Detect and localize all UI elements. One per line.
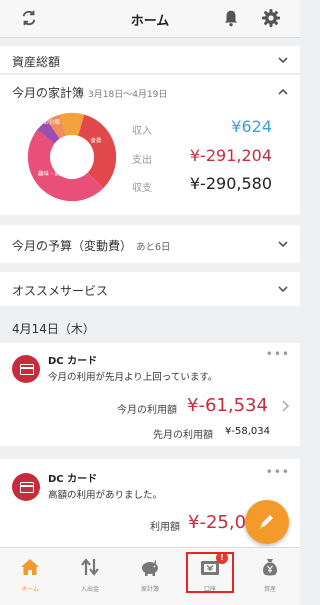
accounts-tab-highlight: [186, 552, 234, 593]
budget-label-text: 今月の予算（変動費）: [12, 239, 133, 253]
expense-value: ¥-291,204: [189, 146, 272, 165]
income-value: ¥624: [231, 117, 272, 136]
kakeibo-title: 今月の家計簿 3月18日〜4月19日: [12, 84, 167, 101]
kakeibo-card[interactable]: 今月の家計簿 3月18日〜4月19日 お分類 食費 趣味・娯楽 収入 ¥624 支出 …: [0, 75, 300, 215]
tab-assets[interactable]: 資産: [240, 548, 300, 605]
prev-amount-value: ¥-58,034: [225, 426, 270, 437]
tab-label: 家計簿: [140, 586, 159, 593]
more-options-icon[interactable]: •••: [266, 465, 290, 479]
expense-label: 支出: [132, 155, 152, 166]
card-logo-icon: [12, 473, 40, 501]
notification-message: 高額の利用がありました。: [48, 490, 163, 501]
donut-label: 趣味・娯楽: [38, 169, 66, 177]
pencil-icon: [260, 515, 273, 529]
tab-bar: ホーム 入出金 家計簿 ! 口座 資産: [0, 547, 300, 605]
top-bar: ホーム: [0, 0, 300, 38]
amount-label: 利用額: [150, 522, 180, 533]
transfer-icon: [81, 558, 99, 576]
asset-total-row[interactable]: 資産総額: [0, 46, 300, 74]
chevron-up-icon[interactable]: [278, 87, 288, 97]
amount-label: 今月の利用額: [117, 405, 177, 416]
date-heading: 4月14日（木）: [12, 322, 95, 336]
income-label: 収入: [132, 126, 152, 137]
donut-label: 食費: [90, 136, 102, 144]
chevron-down-icon: [278, 286, 288, 293]
balance-value: ¥-290,580: [189, 174, 272, 193]
notification-card-name: DC カード: [48, 474, 98, 485]
page-title: ホーム: [130, 14, 170, 29]
notification-card-name: DC カード: [48, 356, 98, 367]
bell-icon[interactable]: [222, 9, 240, 27]
kakeibo-period: 3月18日〜4月19日: [88, 90, 168, 100]
budget-label: 今月の予算（変動費） あと6日: [12, 237, 171, 254]
tab-label: 入出金: [80, 586, 99, 593]
budget-days-left: あと6日: [136, 242, 171, 253]
notification-card[interactable]: DC カード 今月の利用が先月より上回っています。 ••• 今月の利用額 ¥-6…: [0, 343, 300, 446]
gear-icon[interactable]: [261, 8, 281, 28]
amount-value: ¥-25,0: [188, 512, 247, 533]
notification-message: 今月の利用が先月より上回っています。: [48, 372, 218, 383]
piggy-bank-icon: [142, 560, 158, 576]
budget-row[interactable]: 今月の予算（変動費） あと6日: [0, 225, 300, 263]
asset-total-label: 資産総額: [12, 55, 61, 69]
more-options-icon[interactable]: •••: [266, 347, 290, 361]
chevron-right-icon: [282, 400, 290, 412]
tab-kakeibo[interactable]: 家計簿: [120, 548, 180, 605]
tab-label: 資産: [263, 586, 276, 593]
tab-transactions[interactable]: 入出金: [60, 548, 120, 605]
card-logo-icon: [12, 355, 40, 383]
balance-label: 収支: [132, 183, 152, 194]
donut-label: お分類: [43, 118, 60, 126]
chevron-down-icon: [278, 57, 288, 64]
chevron-down-icon: [278, 241, 288, 248]
kakeibo-title-text: 今月の家計簿: [12, 86, 85, 100]
tab-label: ホーム: [21, 586, 39, 593]
amount-value: ¥-61,534: [187, 395, 268, 416]
money-bag-icon: [263, 559, 277, 576]
recommend-label: オススメサービス: [12, 284, 109, 298]
category-donut-chart: お分類食費趣味・娯楽: [27, 112, 117, 202]
home-icon: [21, 559, 39, 575]
tab-home[interactable]: ホーム: [0, 548, 60, 605]
edit-fab-button[interactable]: [245, 500, 289, 544]
prev-amount-label: 先月の利用額: [153, 430, 213, 441]
recommend-row[interactable]: オススメサービス: [0, 272, 300, 306]
